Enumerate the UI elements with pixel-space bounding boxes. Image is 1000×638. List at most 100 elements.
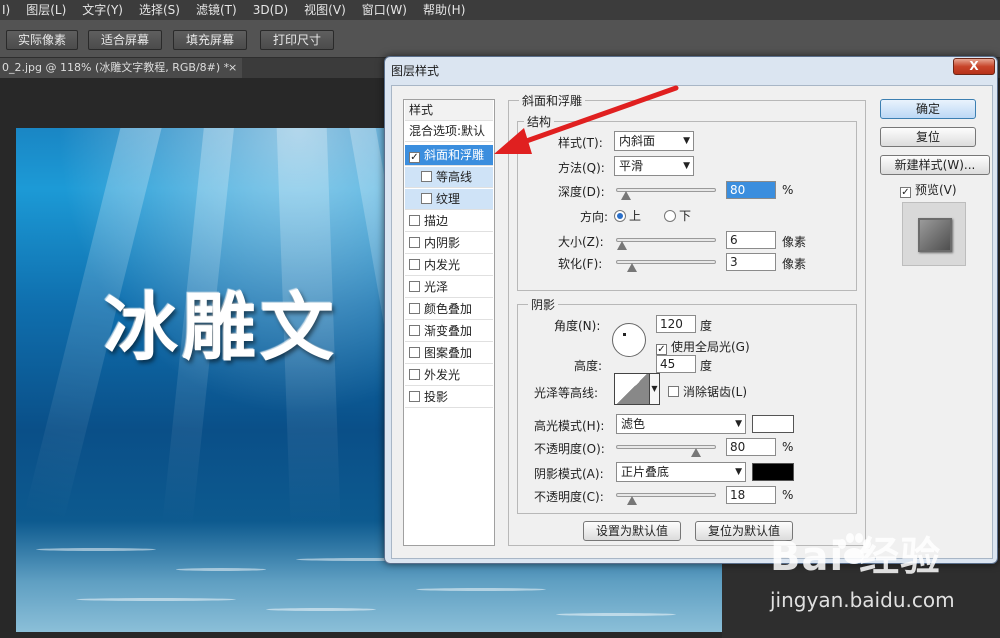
checkbox-icon[interactable]: ✓	[900, 187, 911, 198]
altitude-input[interactable]: 45	[656, 355, 696, 373]
checkbox-icon[interactable]	[421, 193, 432, 204]
global-light-checkbox[interactable]: ✓ 使用全局光(G)	[656, 338, 750, 355]
soften-input[interactable]: 3	[726, 253, 776, 271]
fill-screen-button[interactable]: 填充屏幕	[173, 30, 247, 50]
style-item-color-overlay[interactable]: 颜色叠加	[405, 299, 493, 320]
actual-pixels-button[interactable]: 实际像素	[6, 30, 78, 50]
style-item-label: 斜面和浮雕	[424, 148, 485, 162]
style-item-satin[interactable]: 光泽	[405, 277, 493, 298]
slider-thumb[interactable]	[627, 263, 637, 272]
checkbox-icon[interactable]	[409, 259, 420, 270]
menu-3d[interactable]: 3D(D)	[245, 0, 296, 20]
checkbox-icon[interactable]	[409, 303, 420, 314]
anti-alias-checkbox[interactable]: 消除锯齿(L)	[668, 383, 747, 400]
checkbox-icon[interactable]	[409, 391, 420, 402]
menu-help[interactable]: 帮助(H)	[415, 0, 473, 20]
preview-checkbox[interactable]: ✓ 预览(V)	[900, 181, 957, 198]
highlight-color-swatch[interactable]	[752, 415, 794, 433]
checkbox-icon[interactable]	[409, 369, 420, 380]
style-item-pattern-overlay[interactable]: 图案叠加	[405, 343, 493, 364]
style-item-contour[interactable]: 等高线	[405, 167, 493, 188]
dialog-close-button[interactable]: X	[953, 58, 995, 75]
style-item-bevel-emboss[interactable]: ✓ 斜面和浮雕	[405, 145, 493, 166]
shadow-color-swatch[interactable]	[752, 463, 794, 481]
make-default-button[interactable]: 设置为默认值	[583, 521, 681, 541]
size-slider[interactable]	[616, 238, 716, 250]
soften-slider[interactable]	[616, 260, 716, 272]
document-tab[interactable]: 0_2.jpg @ 118% (冰雕文字教程, RGB/8#) *	[0, 58, 242, 78]
reset-button[interactable]: 复位	[880, 127, 976, 147]
chevron-down-icon[interactable]: ▼	[650, 373, 660, 405]
shadow-mode-select[interactable]: 正片叠底 ▼	[616, 462, 746, 482]
ok-button[interactable]: 确定	[880, 99, 976, 119]
print-size-button[interactable]: 打印尺寸	[260, 30, 334, 50]
style-item-gradient-overlay[interactable]: 渐变叠加	[405, 321, 493, 342]
document-tab-title: 0_2.jpg @ 118% (冰雕文字教程, RGB/8#) *	[2, 61, 230, 74]
radio-icon[interactable]	[614, 210, 626, 222]
angle-dial[interactable]	[612, 323, 646, 357]
style-item-outer-glow[interactable]: 外发光	[405, 365, 493, 386]
close-icon[interactable]: ×	[228, 58, 237, 78]
slider-thumb[interactable]	[627, 496, 637, 505]
checkbox-icon[interactable]	[668, 386, 679, 397]
slider-thumb[interactable]	[617, 241, 627, 250]
soften-unit: 像素	[782, 257, 807, 271]
style-item-inner-glow[interactable]: 内发光	[405, 255, 493, 276]
dropdown-arrow-icon: ▼	[683, 136, 690, 146]
size-input[interactable]: 6	[726, 231, 776, 249]
direction-down-radio[interactable]: 下	[664, 207, 691, 224]
highlight-opacity-input[interactable]: 80	[726, 438, 776, 456]
menu-window[interactable]: 窗口(W)	[354, 0, 415, 20]
checkbox-icon[interactable]	[409, 325, 420, 336]
style-item-drop-shadow[interactable]: 投影	[405, 387, 493, 408]
gloss-contour-picker[interactable]	[614, 373, 650, 405]
depth-slider[interactable]	[616, 188, 716, 200]
menu-select[interactable]: 选择(S)	[131, 0, 188, 20]
checkbox-icon[interactable]: ✓	[656, 344, 667, 355]
dialog-body: 样式 混合选项:默认 ✓ 斜面和浮雕 等高线 纹理 描边 内阴影 内发光 光泽	[391, 85, 993, 559]
altitude-unit: 度	[700, 359, 713, 373]
highlight-opacity-unit: %	[782, 440, 794, 454]
radio-icon[interactable]	[664, 210, 676, 222]
menu-partial[interactable]: I)	[0, 0, 18, 20]
new-style-button[interactable]: 新建样式(W)...	[880, 155, 990, 175]
style-item-label: 投影	[424, 390, 449, 404]
checkbox-icon[interactable]	[409, 237, 420, 248]
shading-group: 阴影 角度(N): 120 度 ✓ 使用全局光(G) 高度: 45 度 光泽等高线…	[517, 296, 857, 514]
depth-unit: %	[782, 183, 794, 197]
slider-thumb[interactable]	[621, 191, 631, 200]
fit-screen-button[interactable]: 适合屏幕	[88, 30, 162, 50]
water-ripple	[266, 608, 376, 611]
style-item-inner-shadow[interactable]: 内阴影	[405, 233, 493, 254]
checkbox-label: 使用全局光(G)	[671, 340, 750, 354]
depth-input[interactable]: 80	[726, 181, 776, 199]
select-value: 滤色	[621, 417, 646, 431]
blending-options-item[interactable]: 混合选项:默认	[405, 121, 493, 142]
checkbox-icon[interactable]	[409, 281, 420, 292]
checkbox-label: 预览(V)	[915, 183, 957, 197]
menu-view[interactable]: 视图(V)	[296, 0, 354, 20]
style-item-stroke[interactable]: 描边	[405, 211, 493, 232]
angle-unit: 度	[700, 319, 713, 333]
style-item-texture[interactable]: 纹理	[405, 189, 493, 210]
style-item-label: 描边	[424, 214, 449, 228]
baidu-watermark: Bai 经验 jingyan.baidu.com	[738, 520, 998, 638]
slider-thumb[interactable]	[691, 448, 701, 457]
menu-filter[interactable]: 滤镜(T)	[188, 0, 245, 20]
highlight-opacity-slider[interactable]	[616, 445, 716, 457]
checkbox-icon[interactable]	[421, 171, 432, 182]
menu-type[interactable]: 文字(Y)	[74, 0, 131, 20]
angle-input[interactable]: 120	[656, 315, 696, 333]
checkbox-icon[interactable]	[409, 215, 420, 226]
shadow-opacity-input[interactable]: 18	[726, 486, 776, 504]
highlight-opacity-label: 不透明度(O):	[534, 442, 605, 456]
highlight-mode-label: 高光模式(H):	[534, 419, 605, 433]
style-item-label: 内发光	[424, 258, 461, 272]
direction-up-radio[interactable]: 上	[614, 207, 641, 224]
menu-layer[interactable]: 图层(L)	[18, 0, 74, 20]
highlight-mode-select[interactable]: 滤色 ▼	[616, 414, 746, 434]
checkbox-icon[interactable]	[409, 347, 420, 358]
watermark-logo: Bai 经验	[770, 534, 942, 580]
checkbox-icon[interactable]: ✓	[409, 152, 420, 163]
shadow-opacity-slider[interactable]	[616, 493, 716, 505]
